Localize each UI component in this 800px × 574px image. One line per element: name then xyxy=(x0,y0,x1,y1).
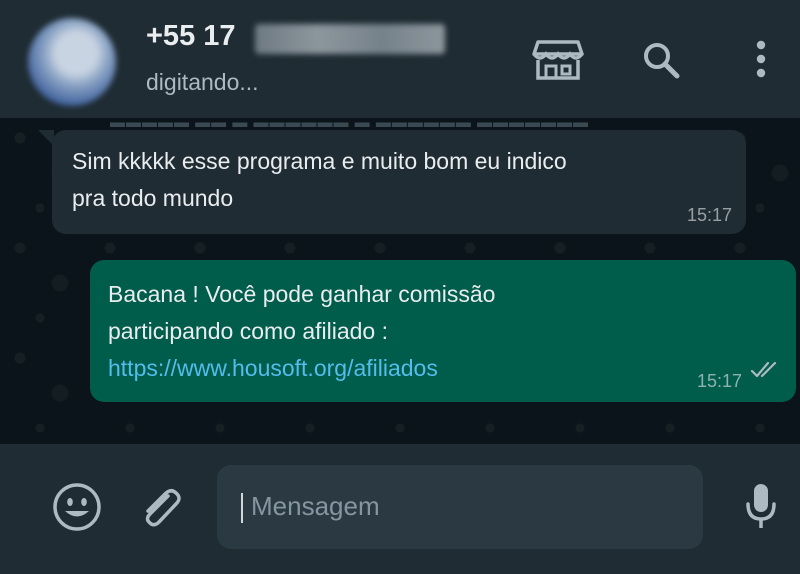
contact-status: digitando... xyxy=(146,69,259,95)
message-line: participando como afiliado : xyxy=(108,318,388,344)
message-text: Sim kkkkk esse programa e muito bom eu i… xyxy=(72,143,726,217)
outgoing-message[interactable]: Bacana ! Você pode ganhar comissão parti… xyxy=(90,260,796,402)
search-icon[interactable] xyxy=(641,40,681,80)
catalog-store-icon[interactable] xyxy=(532,38,584,82)
attach-icon[interactable] xyxy=(138,488,182,528)
message-composer: Mensagem xyxy=(0,444,800,574)
message-line: Sim kkkkk esse programa e muito bom eu i… xyxy=(72,148,567,174)
double-check-icon xyxy=(750,353,782,390)
contact-name[interactable]: +55 17 xyxy=(146,20,236,53)
message-input[interactable]: Mensagem xyxy=(217,465,703,549)
message-list[interactable]: ▬▬▬▬▬ ▬▬ ▬ ▬▬▬▬▬▬ ▬ ▬▬▬▬▬▬ ▬▬▬▬▬▬▬ Sim k… xyxy=(0,118,800,444)
message-link[interactable]: https://www.housoft.org/afiliados xyxy=(108,350,776,387)
text-caret xyxy=(241,493,243,523)
redacted-phone-number xyxy=(255,24,445,54)
message-line: pra todo mundo xyxy=(72,185,234,211)
avatar[interactable] xyxy=(28,18,116,106)
chat-header: +55 17 digitando... xyxy=(0,0,800,118)
message-line: Bacana ! Você pode ganhar comissão xyxy=(108,281,496,307)
message-text: Bacana ! Você pode ganhar comissão parti… xyxy=(108,276,776,387)
microphone-icon[interactable] xyxy=(744,482,778,532)
message-time: 15:17 xyxy=(686,205,732,225)
emoji-icon[interactable] xyxy=(52,482,102,532)
message-time: 15:17 xyxy=(696,371,742,391)
message-input-placeholder: Mensagem xyxy=(251,491,380,521)
incoming-message[interactable]: Sim kkkkk esse programa e muito bom eu i… xyxy=(52,130,746,234)
more-options-icon[interactable] xyxy=(754,40,768,78)
